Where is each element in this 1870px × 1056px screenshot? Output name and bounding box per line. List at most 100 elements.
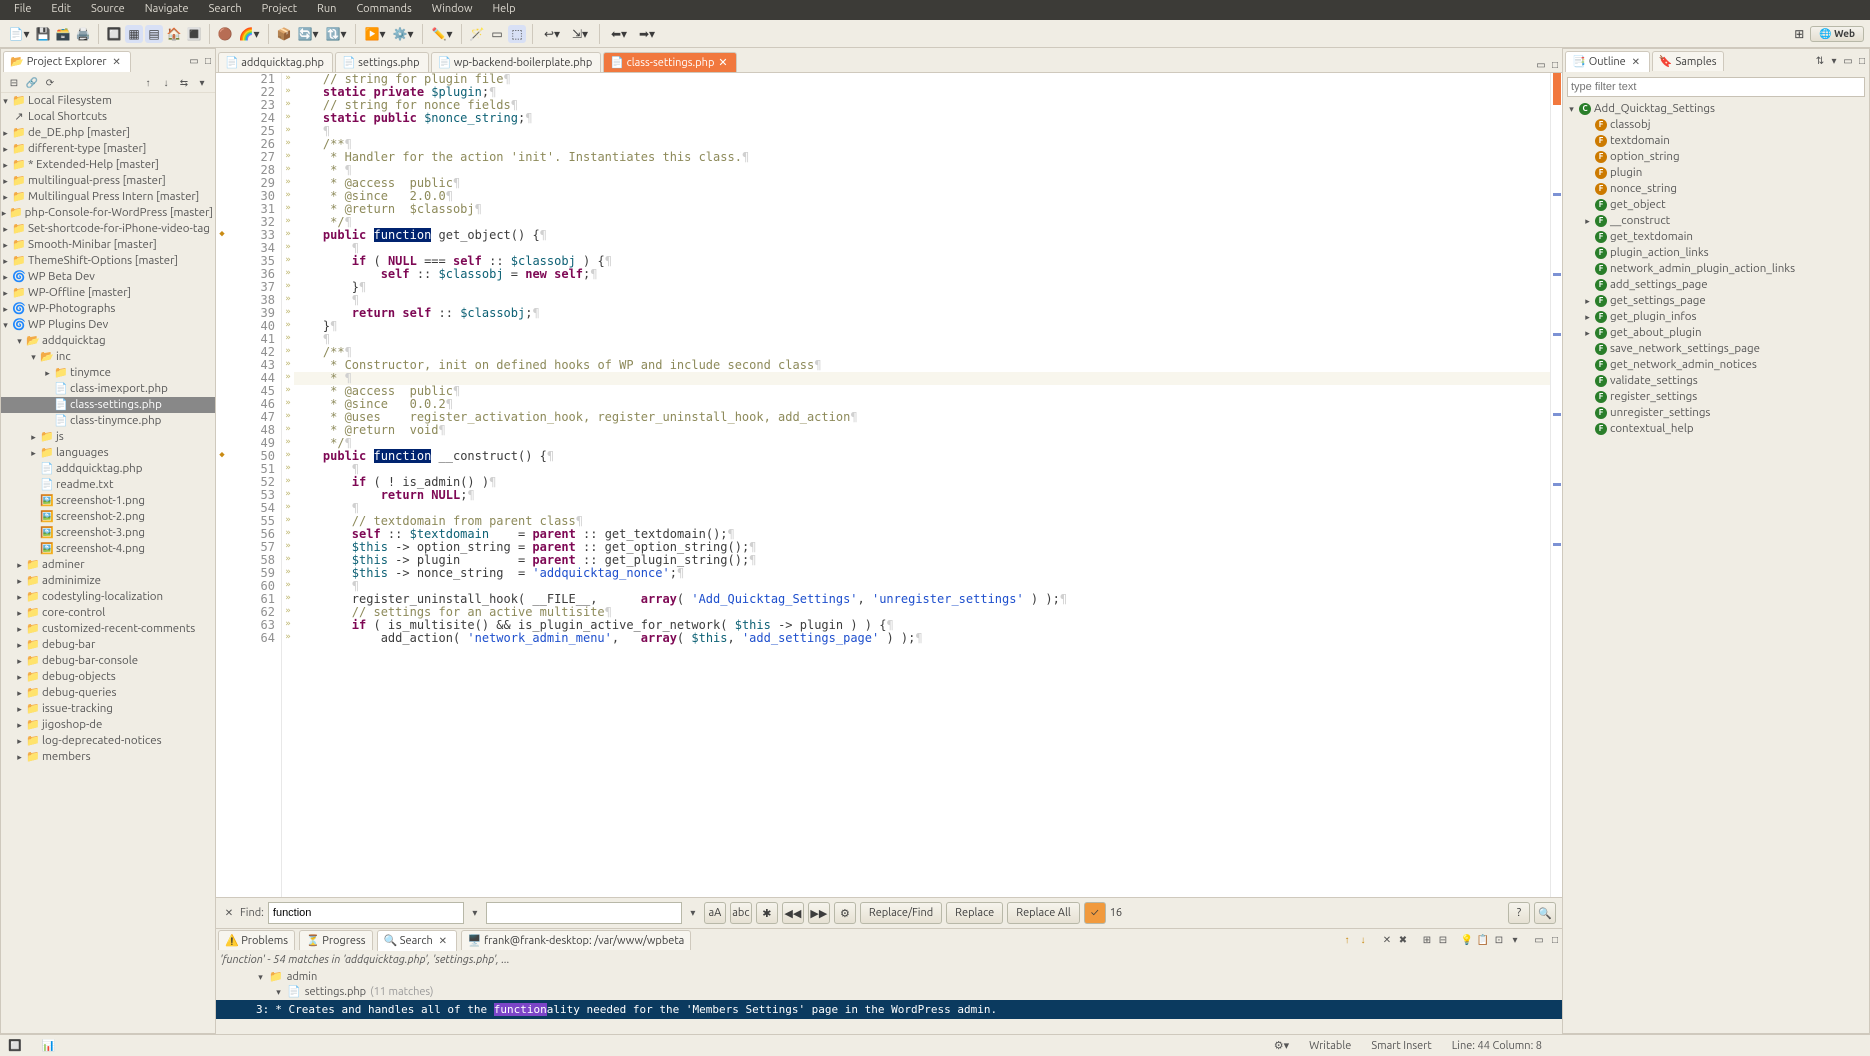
code-editor[interactable]: ◆◆ 2122232425262728293031323334353637383… [216,72,1562,897]
tree-item[interactable]: ▸📁different-type [master] [1,141,215,157]
tree-item[interactable]: ▸🌀WP Beta Dev [1,269,215,285]
minimize-icon[interactable]: ▭ [187,54,201,68]
find-input[interactable] [268,902,464,924]
outline-item[interactable]: Fregister_settings [1565,389,1867,405]
outline-max-icon[interactable]: □ [1855,54,1869,68]
select-button[interactable]: ⬚ [508,25,526,43]
outline-item[interactable]: Fcontextual_help [1565,421,1867,437]
outline-filter-input[interactable] [1567,77,1865,97]
tree-item[interactable]: 🖼️screenshot-3.png [1,525,215,541]
project-explorer-tab[interactable]: 📂 Project Explorer ✕ [3,51,131,72]
help-button[interactable]: ? [1508,902,1530,924]
settings-button[interactable]: ⚙ [834,902,856,924]
sync-up-button[interactable]: 🔃▾ [323,25,349,43]
tree-item[interactable]: ▸📁ThemeShift-Options [master] [1,253,215,269]
back-button[interactable]: ⬅▾ [606,25,632,43]
close-icon[interactable]: ✕ [718,56,727,69]
close-icon[interactable]: ✕ [110,55,124,69]
replace-button[interactable]: Replace [946,902,1003,924]
menu-navigate[interactable]: Navigate [135,0,199,20]
print-button[interactable]: 🖨️ [74,25,92,43]
tree-item[interactable]: ▸📁Smooth-Minibar [master] [1,237,215,253]
bp-menu-icon[interactable]: ▾ [1508,933,1522,947]
menu-commands[interactable]: Commands [346,0,421,20]
search-result-item[interactable]: ▾📁admin [216,970,1562,985]
sync-down-button[interactable]: 🔄▾ [295,25,321,43]
tree-item[interactable]: ▸📁codestyling-localization [1,589,215,605]
tree-item[interactable]: ▸📁debug-queries [1,685,215,701]
outline-item[interactable]: ▸Fget_settings_page [1565,293,1867,309]
case-button[interactable]: aA [704,902,726,924]
tree-item[interactable]: ▾📂addquicktag [1,333,215,349]
deploy-button[interactable]: 📦 [275,25,293,43]
refresh-icon[interactable]: ⟳ [43,76,57,90]
editor-tab[interactable]: 📄 wp-backend-boilerplate.php [431,52,602,72]
close-find-icon[interactable]: ✕ [222,906,236,920]
bottom-tab[interactable]: ⏳ Progress [299,930,373,950]
tree-item[interactable]: 📄class-imexport.php [1,381,215,397]
bp-b2-icon[interactable]: 📋 [1476,933,1490,947]
bp-down-icon[interactable]: ↓ [1356,933,1370,947]
editor-tab[interactable]: 📄 class-settings.php ✕ [603,52,736,72]
replace-all-button[interactable]: Replace All [1007,902,1079,924]
layout-2-button[interactable]: ▤ [145,25,163,43]
menu-help[interactable]: Help [483,0,526,20]
bp-expand-icon[interactable]: ⊞ [1420,933,1434,947]
outline-item[interactable]: ▸Fget_about_plugin [1565,325,1867,341]
project-tree[interactable]: ▾📁Local Filesystem↗Local Shortcuts▸📁de_D… [1,93,215,1033]
outline-item[interactable]: Fget_network_admin_notices [1565,357,1867,373]
swatch-button[interactable]: 🟤 [216,25,234,43]
outline-item[interactable]: Foption_string [1565,149,1867,165]
outline-item[interactable]: Funregister_settings [1565,405,1867,421]
down-icon[interactable]: ↓ [159,76,173,90]
tree-item[interactable]: ▸📁de_DE.php [master] [1,125,215,141]
tree-item[interactable]: ↗Local Shortcuts [1,109,215,125]
search-match-line[interactable]: 3: * Creates and handles all of the func… [216,1000,1562,1019]
menu-window[interactable]: Window [422,0,483,20]
tree-item[interactable]: 📄class-tinymce.php [1,413,215,429]
outline-item[interactable]: ▾CAdd_Quicktag_Settings [1565,101,1867,117]
nav-b1[interactable]: ↩▾ [539,25,565,43]
tree-item[interactable]: ▸📁languages [1,445,215,461]
outline-item[interactable]: Fclassobj [1565,117,1867,133]
tree-item[interactable]: ▸📁debug-objects [1,669,215,685]
run-button[interactable]: ▶️▾ [362,25,388,43]
close-icon[interactable]: ✕ [1629,55,1643,69]
outline-item[interactable]: Fget_textdomain [1565,229,1867,245]
menu-icon[interactable]: ▾ [195,76,209,90]
save-button[interactable]: 💾 [34,25,52,43]
wand-button[interactable]: 🪄 [468,25,486,43]
bottom-tab[interactable]: 🔍 Search ✕ [377,930,457,951]
bp-remove-icon[interactable]: ✕ [1380,933,1394,947]
tree-item[interactable]: ▸📁* Extended-Help [master] [1,157,215,173]
tree-item[interactable]: ▸📁js [1,429,215,445]
tree-item[interactable]: ▸📁Set-shortcode-for-iPhone-video-tag [1,221,215,237]
tree-item[interactable]: ▸📁issue-tracking [1,701,215,717]
bp-max-icon[interactable]: □ [1548,933,1562,947]
bottom-tab[interactable]: ⚠️ Problems [218,930,295,950]
editor-minimize-icon[interactable]: ▭ [1534,58,1548,72]
menu-edit[interactable]: Edit [41,0,81,20]
search-button[interactable]: 🔍 [1534,902,1556,924]
outline-item[interactable]: Fvalidate_settings [1565,373,1867,389]
bottom-tab[interactable]: 🖥️ frank@frank-desktop: /var/www/wpbeta [461,930,692,950]
status-gear-icon[interactable]: ⚙▾ [1274,1039,1289,1052]
tree-item[interactable]: ▾📁Local Filesystem [1,93,215,109]
tree-item[interactable]: ▸🌀WP-Photographs [1,301,215,317]
open-perspective-button[interactable]: ⊞ [1790,25,1808,43]
outline-item[interactable]: Fnetwork_admin_plugin_action_links [1565,261,1867,277]
maximize-icon[interactable]: □ [201,54,215,68]
menu-run[interactable]: Run [307,0,346,20]
filter-icon[interactable]: ⇆ [177,76,191,90]
new-button[interactable]: 📄▾ [6,25,32,43]
prev-button[interactable]: ◀◀ [782,902,804,924]
tree-item[interactable]: ▸📁debug-bar-console [1,653,215,669]
preview-button[interactable]: 🔳 [185,25,203,43]
outline-item[interactable]: Ftextdomain [1565,133,1867,149]
nav-b2[interactable]: ⇲▾ [567,25,593,43]
outline-item[interactable]: Fplugin [1565,165,1867,181]
tree-item[interactable]: ▸📁jigoshop-de [1,717,215,733]
menu-source[interactable]: Source [81,0,135,20]
editor-tab[interactable]: 📄 addquicktag.php [218,52,333,72]
collapse-all-icon[interactable]: ⊟ [7,76,21,90]
